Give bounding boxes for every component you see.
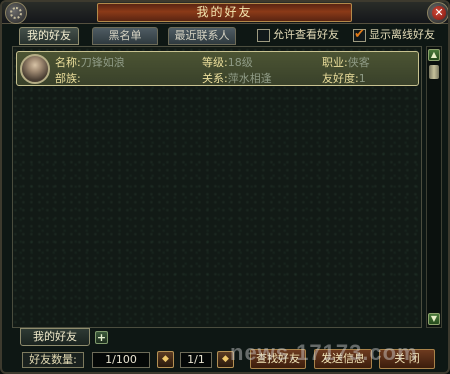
level-value: 18级: [227, 56, 253, 69]
relation-value: 萍水相逢: [227, 72, 272, 85]
scroll-thumb[interactable]: [429, 65, 439, 79]
avatar: [20, 54, 50, 84]
friend-level: 等级:18级: [202, 54, 253, 70]
close-icon[interactable]: ✕: [432, 6, 446, 20]
tribe-key: 部族:: [55, 72, 81, 85]
friend-tribe: 部族:: [55, 70, 81, 86]
group-tab-my-friends[interactable]: 我的好友: [20, 328, 90, 346]
prev-page-button[interactable]: ◆: [157, 351, 174, 368]
show-offline-label: 显示离线好友: [369, 28, 435, 41]
friendship-key: 友好度:: [322, 72, 359, 85]
friend-friendship: 友好度:1: [322, 70, 366, 86]
job-value: 侠客: [347, 56, 370, 69]
friend-relation: 关系:萍水相逢: [202, 70, 272, 86]
friends-window: 我的好友 ✕ 我的好友 黑名单 最近联系人 允许查看好友 显示离线好友 名称:刀…: [0, 0, 450, 374]
window-title: 我的好友: [97, 3, 352, 22]
show-offline-checkbox[interactable]: [353, 27, 366, 43]
gear-icon: [10, 7, 22, 19]
close-cap: ✕: [427, 2, 448, 24]
friendship-value: 1: [358, 72, 366, 85]
find-friend-button[interactable]: 查找好友: [250, 349, 306, 369]
send-message-button[interactable]: 发送信息: [314, 349, 372, 369]
page-indicator: 1/1: [180, 352, 212, 368]
friend-name: 名称:刀锋如浪: [55, 54, 125, 70]
add-group-button[interactable]: +: [95, 331, 108, 344]
allow-view-option[interactable]: 允许查看好友: [257, 27, 339, 43]
level-key: 等级:: [202, 56, 228, 69]
list-scrollbar[interactable]: ▲ ▼: [426, 46, 442, 328]
scroll-down-icon[interactable]: ▼: [428, 313, 440, 325]
friend-job: 职业:侠客: [322, 54, 370, 70]
friend-count-value: 1/100: [92, 352, 150, 368]
close-button[interactable]: 关 闭: [379, 349, 435, 369]
settings-cap: [5, 2, 27, 24]
tab-my-friends[interactable]: 我的好友: [19, 27, 79, 45]
relation-key: 关系:: [202, 72, 228, 85]
name-value: 刀锋如浪: [80, 56, 125, 69]
name-key: 名称:: [55, 56, 81, 69]
friend-list: [12, 46, 422, 328]
friend-row[interactable]: 名称:刀锋如浪 等级:18级 职业:侠客 部族: 关系:萍水相逢 友好度:1: [16, 51, 419, 86]
title-bar[interactable]: 我的好友 ✕: [2, 2, 448, 24]
allow-view-checkbox[interactable]: [257, 28, 270, 42]
scroll-up-icon[interactable]: ▲: [428, 49, 440, 61]
allow-view-label: 允许查看好友: [273, 28, 339, 41]
friend-count-label: 好友数量:: [22, 352, 84, 368]
show-offline-option[interactable]: 显示离线好友: [353, 27, 435, 43]
tab-recent-contacts[interactable]: 最近联系人: [168, 27, 236, 45]
tab-blacklist[interactable]: 黑名单: [92, 27, 158, 45]
next-page-button[interactable]: ◆: [217, 351, 234, 368]
job-key: 职业:: [322, 56, 348, 69]
